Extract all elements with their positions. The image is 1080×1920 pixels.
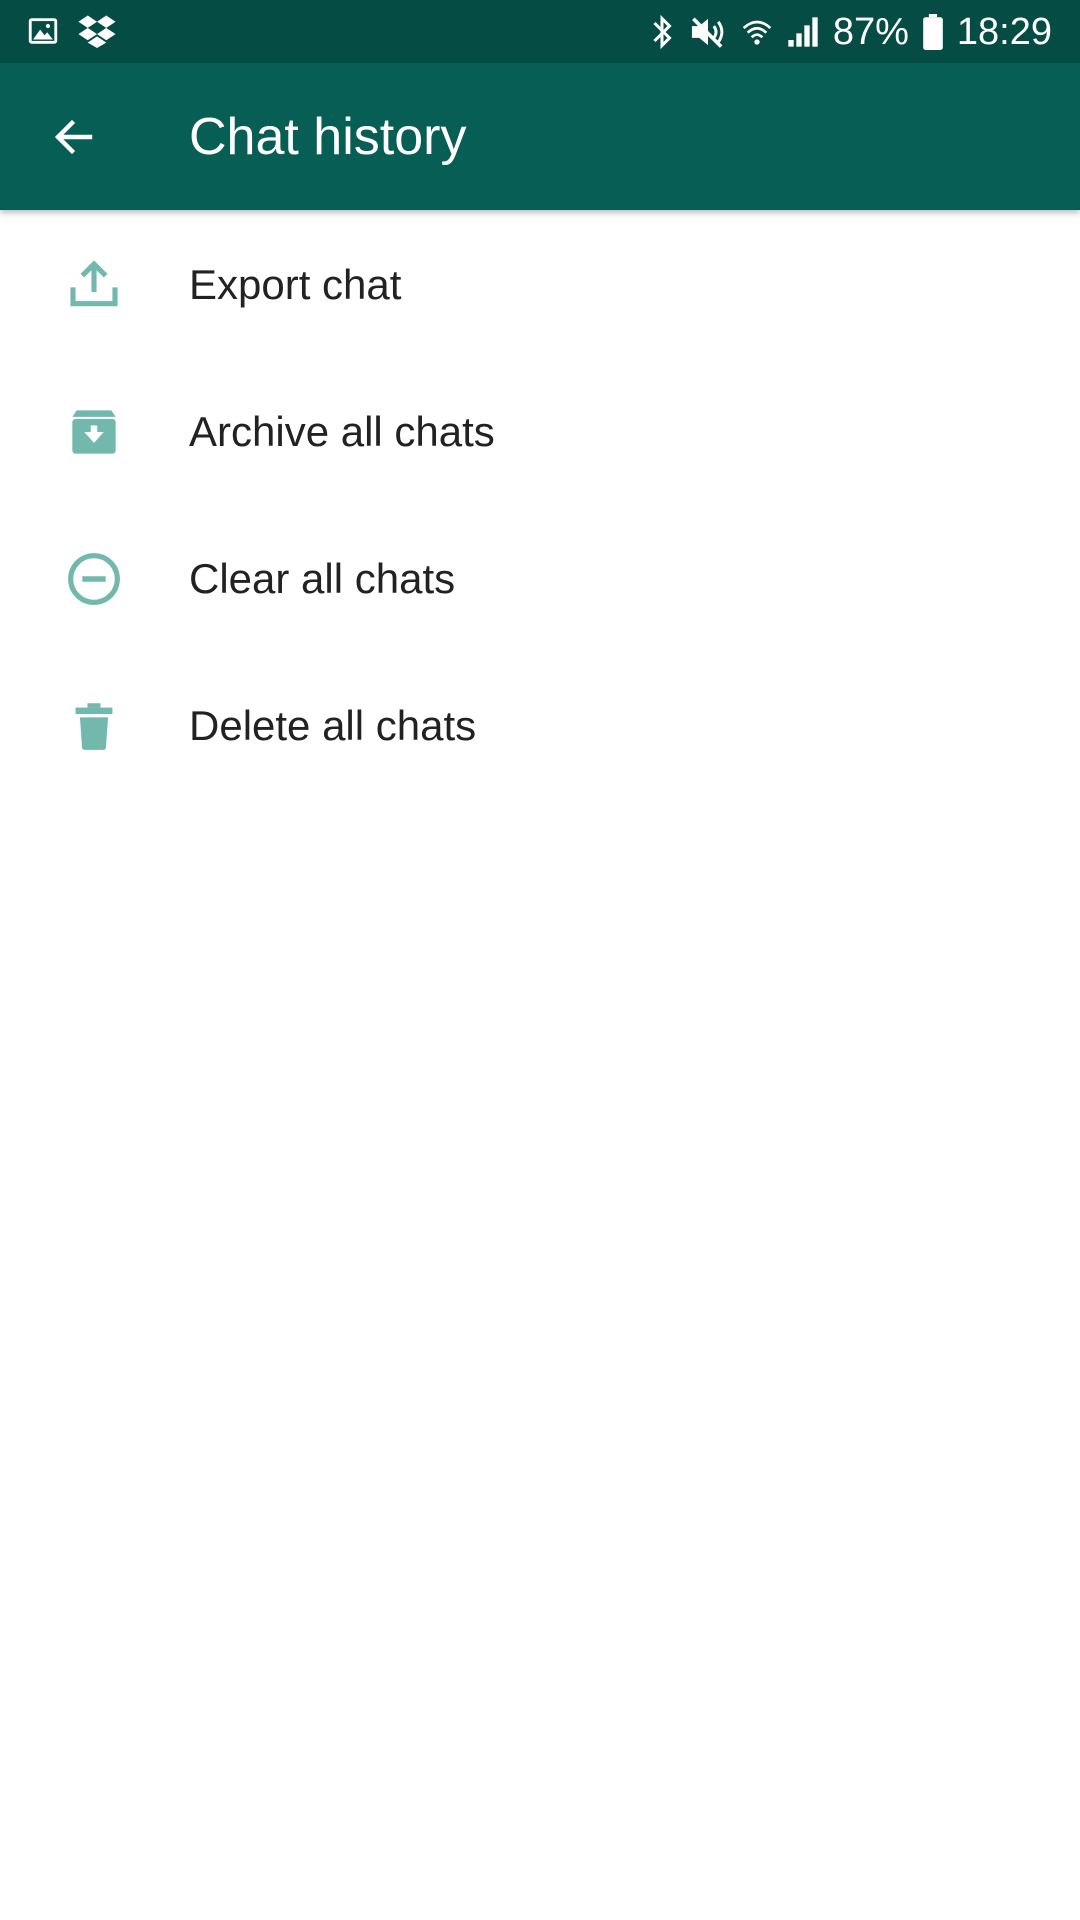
signal-icon xyxy=(788,17,818,47)
wifi-icon xyxy=(742,20,772,45)
gallery-icon xyxy=(28,18,58,44)
battery-percent: 87% xyxy=(832,11,909,53)
clear-icon xyxy=(68,553,120,605)
mute-icon xyxy=(691,17,724,48)
export-icon xyxy=(70,260,118,307)
back-button[interactable] xyxy=(30,101,118,173)
delete-all-chats-item[interactable]: Delete all chats xyxy=(0,651,1080,798)
back-arrow-icon xyxy=(54,119,93,155)
page-title: Chat history xyxy=(189,108,467,166)
battery-icon xyxy=(923,14,943,50)
status-bar: 87% 18:29 xyxy=(0,0,1080,63)
export-chat-item[interactable]: Export chat xyxy=(0,210,1080,357)
clock: 18:29 xyxy=(956,11,1052,53)
app-bar: Chat history xyxy=(0,63,1080,210)
delete-icon xyxy=(75,703,113,750)
dropbox-icon xyxy=(78,15,116,48)
chat-history-menu: Export chat Archive all chats Clear all … xyxy=(0,210,1080,798)
archive-all-chats-label: Archive all chats xyxy=(189,408,495,455)
archive-icon xyxy=(72,410,116,454)
archive-all-chats-item[interactable]: Archive all chats xyxy=(0,357,1080,504)
delete-all-chats-label: Delete all chats xyxy=(189,702,477,749)
bluetooth-icon xyxy=(653,14,672,50)
clear-all-chats-label: Clear all chats xyxy=(189,555,456,602)
export-chat-label: Export chat xyxy=(189,261,402,308)
clear-all-chats-item[interactable]: Clear all chats xyxy=(0,504,1080,651)
